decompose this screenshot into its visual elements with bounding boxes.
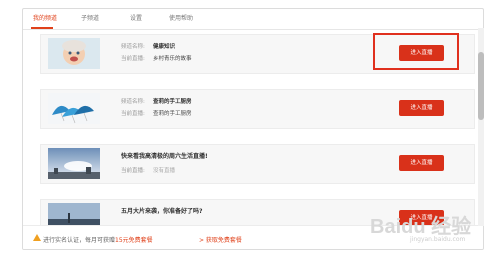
current-live-label: 当前直播: [121, 111, 145, 117]
sky-city-photo-thumbnail [48, 148, 100, 179]
verification-text: 进行实名认证，每月可获赠 [43, 237, 116, 244]
channel-name: 查莉的手工厨房 [153, 99, 192, 105]
channel-name-label: 频道名称: [121, 99, 145, 105]
current-live-value: 乡村青乐的故事 [153, 56, 192, 62]
current-live-label: 当前直播: [121, 56, 145, 62]
tab-sub-channels[interactable]: 子频道 [81, 13, 99, 22]
scrollbar-thumb[interactable] [478, 52, 484, 120]
warning-icon [33, 234, 41, 241]
tab-bar: 我的频道 子频道 设置 使用帮助 [23, 9, 483, 30]
current-live-label: 当前直播: [121, 168, 145, 174]
baby-photo-thumbnail [48, 38, 100, 69]
channel-name-label: 频道名称: [121, 44, 145, 50]
channel-row: 快来看我高清极的周六生活直播! 当前直播: 没有直播 进入直播 [40, 144, 475, 184]
channel-name: 健康知识 [153, 44, 176, 50]
enter-live-button[interactable]: 进入直播 [399, 155, 444, 171]
channel-row: 频道名称: 当前直播: 查莉的手工厨房 查莉的手工厨房 进入直播 [40, 89, 475, 129]
umbrellas-photo-thumbnail [48, 93, 100, 124]
free-package-highlight: 15元免费套餐 [115, 237, 153, 244]
tab-settings[interactable]: 设置 [130, 13, 142, 22]
channel-name: 五月大片来袭，你准备好了吗? [121, 208, 203, 215]
current-live-value: 查莉的手工厨房 [153, 111, 192, 117]
tab-help[interactable]: 使用帮助 [169, 13, 193, 22]
baidu-watermark: Baidu 经验 [370, 216, 472, 238]
tab-my-channels[interactable]: 我的频道 [33, 13, 57, 22]
get-free-package-link[interactable]: > 获取免费套餐 [199, 235, 242, 244]
annotation-highlight-box [373, 33, 459, 70]
enter-live-button[interactable]: 进入直播 [399, 100, 444, 116]
watermark-url: jingyan.baidu.com [410, 236, 466, 243]
active-tab-indicator [31, 27, 53, 29]
current-live-value: 没有直播 [153, 168, 176, 174]
